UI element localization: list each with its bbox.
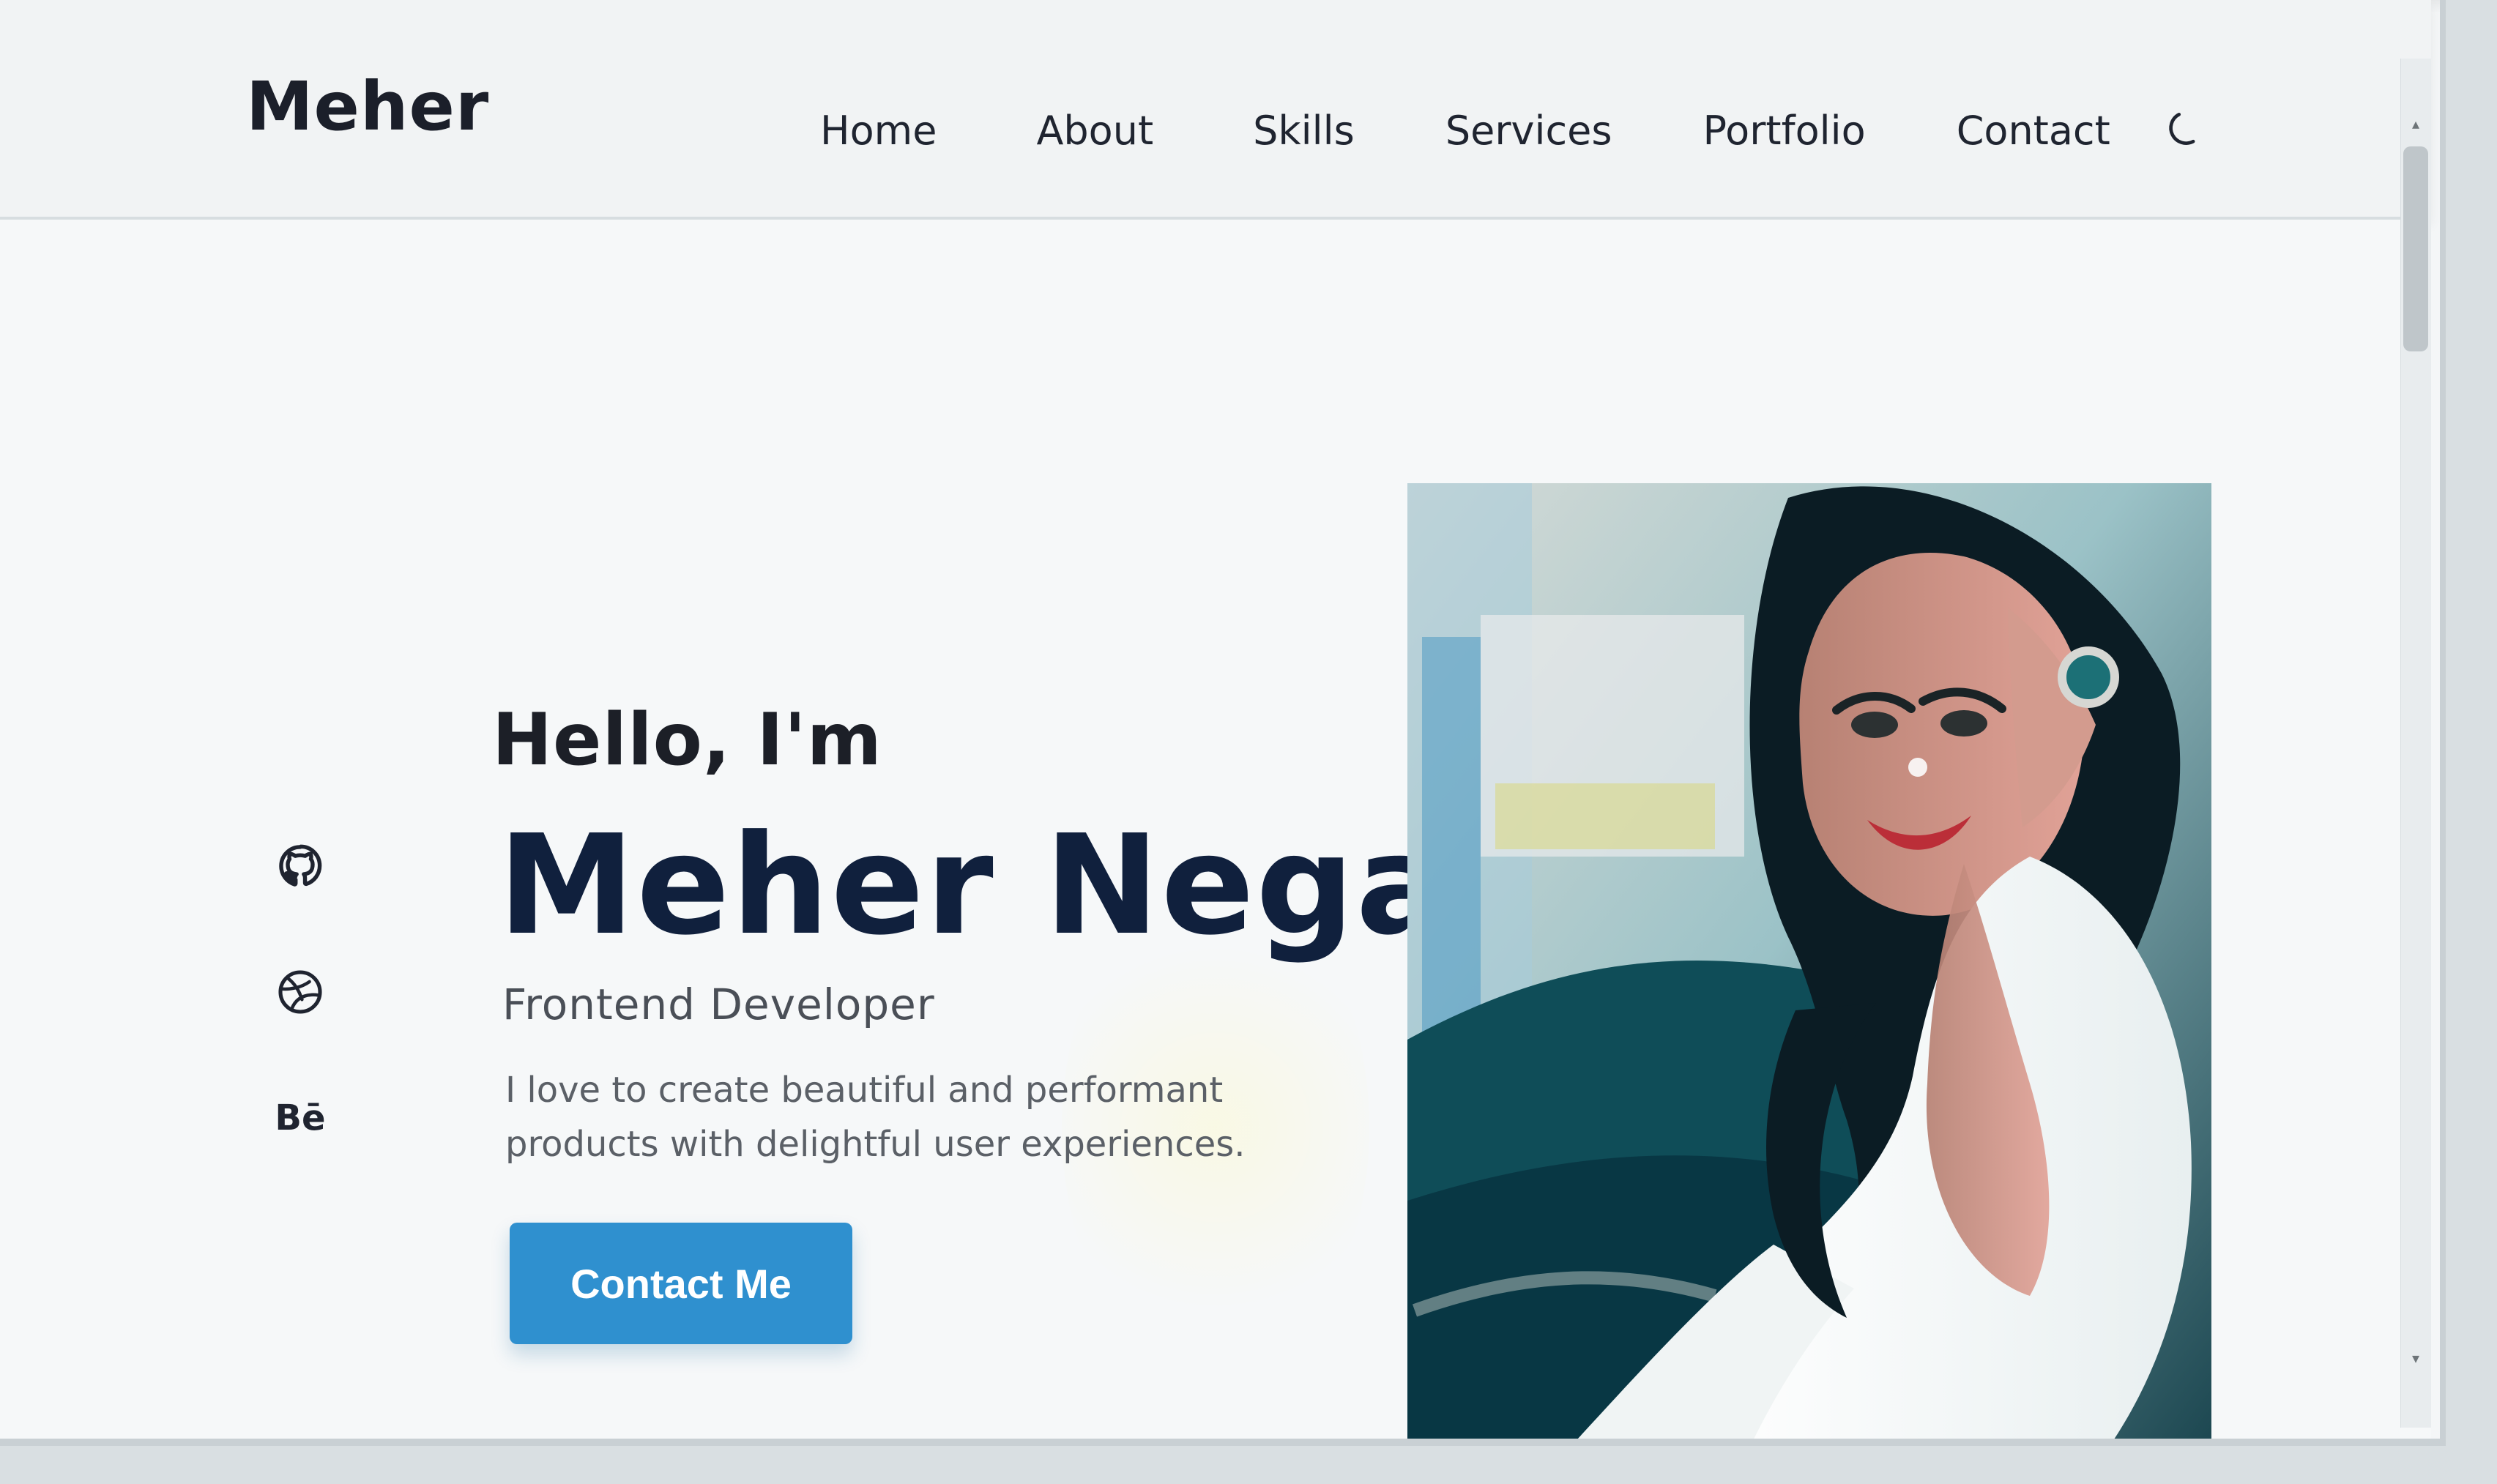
contact-me-button[interactable]: Contact Me — [510, 1223, 852, 1344]
hero-description-line-2: products with delightful user experience… — [505, 1124, 1246, 1166]
hero-section: Bē Hello, I'm Meher Negar Frontend Devel… — [0, 220, 2431, 1439]
nav-services[interactable]: Services — [1445, 108, 1612, 154]
github-icon — [279, 844, 322, 887]
theme-toggle-button[interactable] — [2159, 105, 2210, 156]
social-links: Bē — [272, 838, 346, 1216]
hero-description: I love to create beautiful and performan… — [505, 1063, 1325, 1172]
nav-home[interactable]: Home — [820, 108, 937, 154]
moon-icon — [2169, 112, 2195, 145]
nav-portfolio[interactable]: Portfolio — [1703, 108, 1866, 154]
main-navigation: Home About Skills Services Portfolio Con… — [820, 86, 2210, 174]
hero-name: Meher Negar — [498, 805, 1520, 966]
site-logo[interactable]: Meher — [246, 67, 489, 146]
scrollbar-thumb[interactable] — [2403, 146, 2428, 351]
browser-page: Meher Home About Skills Services Portfol… — [0, 0, 2446, 1446]
github-link[interactable] — [272, 838, 328, 894]
behance-link[interactable]: Bē — [272, 1090, 328, 1146]
nav-skills[interactable]: Skills — [1253, 108, 1355, 154]
profile-photo-illustration — [1407, 483, 2211, 1439]
scroll-down-arrow-icon[interactable]: ▾ — [2409, 1351, 2422, 1365]
nav-contact[interactable]: Contact — [1957, 108, 2110, 154]
dribbble-link[interactable] — [272, 964, 328, 1020]
profile-photo — [1407, 483, 2211, 1439]
page-scrollbar[interactable]: ▴ ▾ — [2400, 59, 2431, 1428]
nav-about[interactable]: About — [1036, 108, 1153, 154]
hero-greeting: Hello, I'm — [492, 698, 882, 782]
hero-role: Frontend Developer — [502, 980, 935, 1029]
dribbble-icon — [278, 970, 322, 1014]
site-header: Meher Home About Skills Services Portfol… — [0, 0, 2431, 220]
hero-description-line-1: I love to create beautiful and performan… — [505, 1070, 1224, 1111]
scroll-up-arrow-icon[interactable]: ▴ — [2409, 116, 2422, 131]
